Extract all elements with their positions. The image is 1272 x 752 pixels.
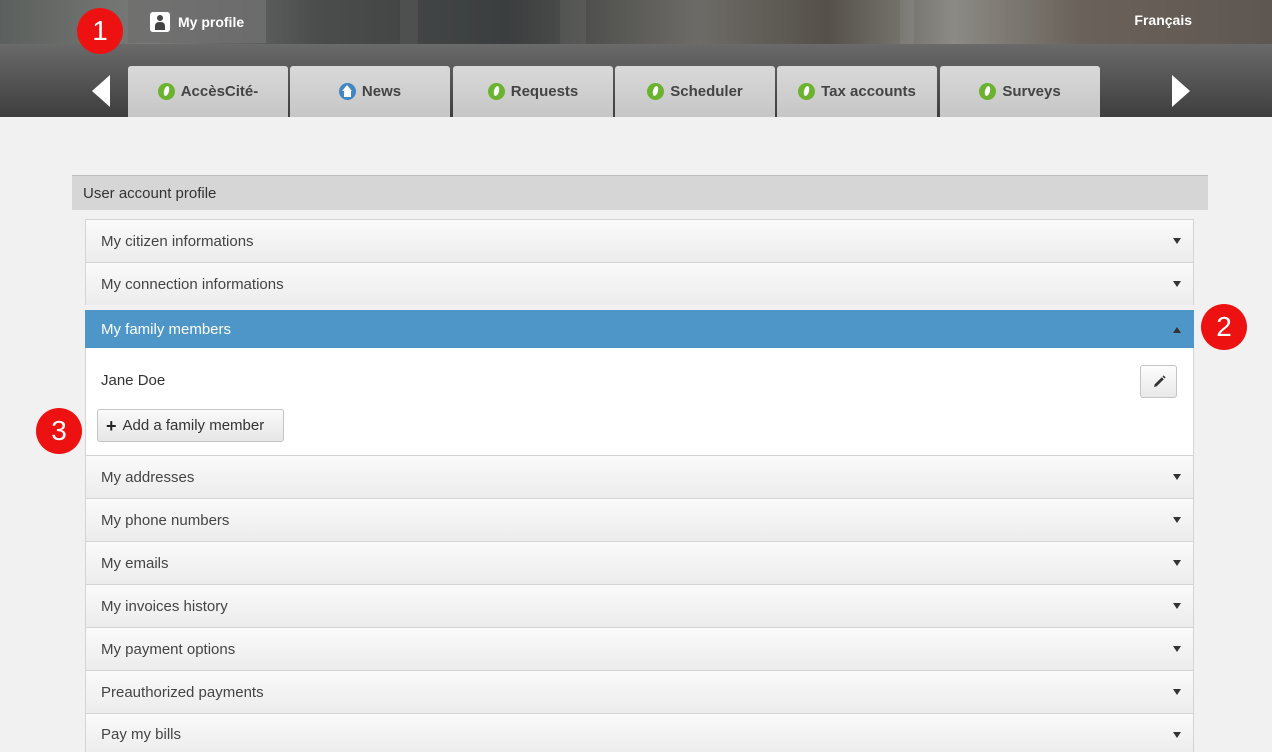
accordion-item-label: Preauthorized payments (101, 683, 264, 701)
leaf-icon (157, 83, 175, 100)
nav-tab-news[interactable]: News (290, 66, 450, 117)
caret-down-icon (1173, 281, 1181, 287)
accordion-item-pay-my-bills[interactable]: Pay my bills (85, 713, 1194, 752)
accordion-item-addresses[interactable]: My addresses (85, 455, 1194, 498)
nav-tab-accescite[interactable]: AccèsCité- (128, 66, 288, 117)
leaf-icon (798, 83, 816, 100)
language-switch-link[interactable]: Français (1134, 12, 1192, 28)
edit-family-member-button[interactable] (1140, 365, 1177, 398)
profile-accordion: My citizen informations My connection in… (85, 219, 1194, 752)
accordion-item-phone-numbers[interactable]: My phone numbers (85, 498, 1194, 541)
accordion-item-label: My family members (101, 321, 232, 338)
nav-tab-tax-accounts[interactable]: Tax accounts (777, 66, 937, 117)
nav-tab-label: Scheduler (670, 83, 743, 100)
nav-tab-surveys[interactable]: Surveys (940, 66, 1100, 117)
caret-down-icon (1173, 474, 1181, 480)
family-member-name: Jane Doe (101, 372, 166, 389)
caret-down-icon (1173, 238, 1181, 244)
nav-next-arrow-icon[interactable] (1172, 75, 1190, 107)
accordion-item-emails[interactable]: My emails (85, 541, 1194, 584)
accordion-item-label: My emails (101, 554, 169, 572)
nav-prev-arrow-icon[interactable] (92, 75, 110, 107)
accordion-item-preauthorized-payments[interactable]: Preauthorized payments (85, 670, 1194, 713)
accordion-item-label: My citizen informations (101, 232, 254, 250)
accordion-item-label: My addresses (101, 468, 195, 486)
caret-down-icon (1173, 560, 1181, 566)
nav-tab-label: AccèsCité- (180, 83, 259, 100)
caret-up-icon (1173, 326, 1181, 333)
leaf-icon (979, 83, 997, 100)
person-icon (150, 11, 170, 32)
banner-decoration (400, 0, 418, 44)
accordion-item-invoices-history[interactable]: My invoices history (85, 584, 1194, 627)
caret-down-icon (1173, 689, 1181, 695)
step-marker-2: 2 (1201, 304, 1247, 350)
accordion-item-citizen-info[interactable]: My citizen informations (85, 219, 1194, 262)
my-profile-label: My profile (178, 13, 245, 30)
step-marker-1: 1 (77, 8, 123, 54)
accordion-item-label: Pay my bills (101, 726, 182, 743)
accordion-item-payment-options[interactable]: My payment options (85, 627, 1194, 670)
pencil-icon (1153, 374, 1166, 387)
accordion-item-label: My connection informations (101, 275, 284, 293)
caret-down-icon (1173, 603, 1181, 609)
add-family-member-button[interactable]: + Add a family member (97, 409, 284, 442)
accordion-item-connection-info[interactable]: My connection informations (85, 262, 1194, 305)
home-icon (338, 83, 356, 100)
leaf-icon (487, 83, 505, 100)
caret-down-icon (1173, 517, 1181, 523)
caret-down-icon (1173, 731, 1181, 738)
accordion-item-family-members[interactable]: My family members (85, 310, 1194, 348)
module-nav-bar: AccèsCité- News Requests Scheduler Tax a… (0, 44, 1272, 117)
nav-tab-label: Surveys (1002, 83, 1061, 100)
nav-tab-label: News (361, 83, 402, 100)
top-banner: My profile Français (0, 0, 1272, 44)
caret-down-icon (1173, 646, 1181, 652)
nav-tab-requests[interactable]: Requests (453, 66, 613, 117)
accordion-item-label: My invoices history (101, 597, 228, 615)
banner-decoration (900, 0, 914, 44)
accordion-item-label: My payment options (101, 640, 236, 658)
section-title: User account profile (83, 184, 217, 202)
nav-tab-label: Requests (510, 83, 579, 100)
plus-icon: + (106, 415, 117, 436)
add-family-member-label: Add a family member (122, 417, 265, 434)
nav-tab-label: Tax accounts (821, 83, 916, 100)
nav-tab-scheduler[interactable]: Scheduler (615, 66, 775, 117)
step-marker-3: 3 (36, 408, 82, 454)
section-header: User account profile (72, 175, 1208, 210)
my-profile-tab[interactable]: My profile (128, 0, 266, 43)
banner-decoration (560, 0, 586, 44)
accordion-item-label: My phone numbers (101, 511, 230, 529)
family-members-panel: Jane Doe + Add a family member (85, 348, 1194, 455)
leaf-icon (647, 83, 665, 100)
